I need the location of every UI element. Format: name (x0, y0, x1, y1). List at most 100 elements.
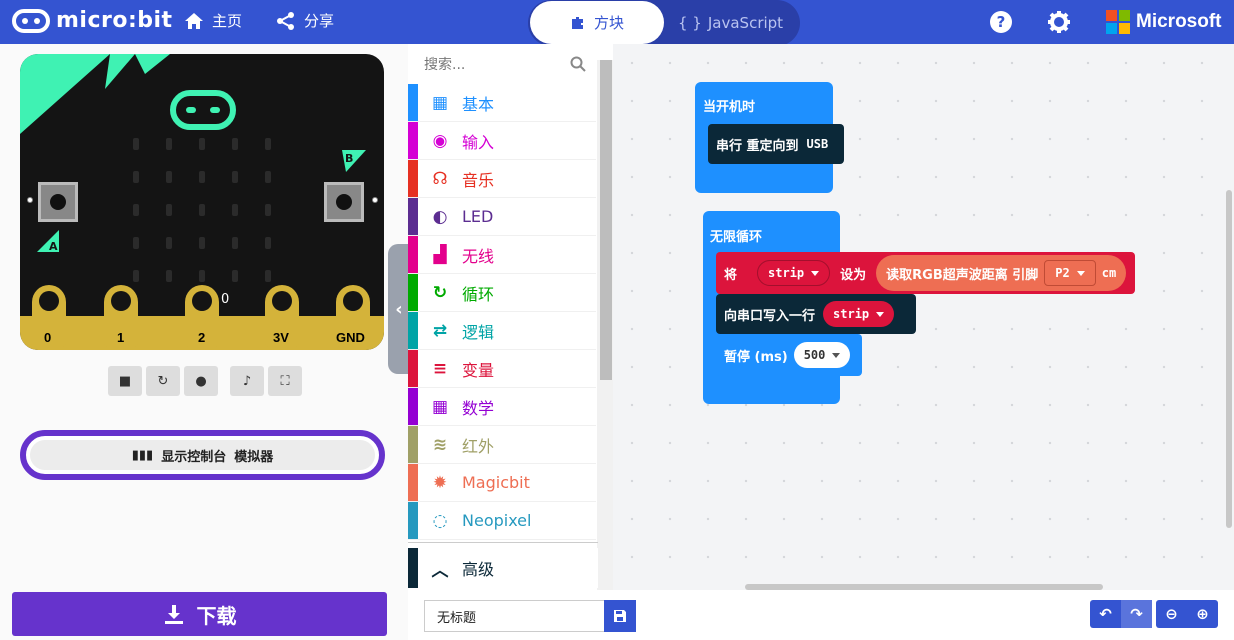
microbit-face-logo (170, 90, 236, 130)
on-start-label: 当开机时 (703, 100, 756, 115)
gear-icon[interactable] (1048, 11, 1070, 33)
download-button[interactable]: 下载 (12, 592, 387, 636)
grid-icon: ▦ (431, 92, 449, 113)
category-color-bar (408, 198, 418, 235)
calculator-icon: ▦ (431, 396, 449, 417)
chevron-down-icon (1076, 270, 1085, 276)
led-pixel (199, 138, 205, 150)
button-b-label: B (345, 152, 353, 165)
serial-redirect-label: 串行 重定向到 (716, 138, 799, 154)
variable-dropdown[interactable]: strip (757, 260, 831, 286)
microsoft-logo[interactable]: Microsoft (1106, 10, 1222, 34)
category-4[interactable]: ▟ 无线 (408, 236, 596, 274)
editor-mode-toggle: 方块 { } JavaScript (528, 0, 800, 46)
category-label: 红外 (462, 436, 495, 456)
set-to-label: 设为 (840, 267, 867, 283)
led-pixel (166, 237, 172, 249)
tab-javascript[interactable]: { } JavaScript (678, 1, 796, 44)
pin-dropdown[interactable]: P2 (1044, 260, 1096, 286)
category-10[interactable]: ✹ Magicbit (408, 464, 596, 502)
toggle-icon: ◐ (432, 206, 448, 227)
mute-button[interactable]: ♪ (230, 366, 264, 396)
zoom-out-button[interactable]: ⊖ (1156, 600, 1187, 628)
pause-block[interactable]: 暂停 (ms) 500 (716, 334, 862, 376)
workspace-vertical-scrollbar[interactable] (1226, 190, 1232, 528)
category-7[interactable]: ≡ 变量 (408, 350, 596, 388)
led-pixel (133, 237, 139, 249)
save-icon (614, 610, 626, 622)
category-11[interactable]: ◌ Neopixel (408, 502, 596, 540)
led-pixel (199, 270, 205, 282)
redo-button[interactable]: ↷ (1121, 600, 1152, 628)
toolbox-panel: 搜索... ▦ 基本 ◉ 输入 ☊ 音乐 ◐ LED ▟ 无线 ↻ 循环 ⇄ 逻辑 ≡ 变量 ▦ 数学 ≋ 红外 ✹ Ma… (408, 44, 613, 590)
bar-chart-icon: ▮▮▮ (131, 447, 154, 463)
toolbox-scrollbar-thumb[interactable] (600, 60, 612, 380)
wifi-icon: ≋ (432, 434, 448, 455)
zoom-in-button[interactable]: ⊕ (1187, 600, 1218, 628)
undo-button[interactable]: ↶ (1090, 600, 1121, 628)
category-8[interactable]: ▦ 数学 (408, 388, 596, 426)
category-label: 数学 (462, 398, 495, 418)
category-5[interactable]: ↻ 循环 (408, 274, 596, 312)
home-label: 主页 (212, 12, 243, 30)
simulator-toolbar: ■ ↻ ● ♪ ⛶ (108, 366, 302, 396)
button-a[interactable] (38, 182, 78, 222)
category-color-bar (408, 236, 418, 273)
category-label: LED (462, 207, 494, 226)
microbit-logo[interactable]: micro:bit (12, 8, 173, 33)
zoom-group: ⊖ ⊕ (1156, 600, 1218, 628)
logo-text: micro:bit (56, 8, 173, 33)
serial-redirect-block[interactable]: 串行 重定向到 USB (708, 124, 844, 164)
set-variable-block[interactable]: 将 strip 设为 读取RGB超声波距离 引脚 P2 cm (716, 252, 1135, 294)
share-button[interactable]: 分享 (276, 10, 334, 31)
button-a-marker: A (37, 230, 59, 253)
cm-label: cm (1101, 266, 1117, 280)
collapse-simulator-button[interactable]: ‹ (388, 244, 410, 374)
category-2[interactable]: ☊ 音乐 (408, 160, 596, 198)
category-advanced[interactable]: ︿ 高级 (408, 548, 598, 588)
save-button[interactable] (604, 600, 636, 632)
fullscreen-button[interactable]: ⛶ (268, 366, 302, 396)
restart-button[interactable]: ↻ (146, 366, 180, 396)
button-b[interactable] (324, 182, 364, 222)
pin-label: 0 (44, 330, 52, 345)
tab-blocks[interactable]: 方块 (530, 1, 664, 44)
led-pixel (133, 204, 139, 216)
category-6[interactable]: ⇄ 逻辑 (408, 312, 596, 350)
list-icon: ≡ (432, 358, 448, 379)
fullscreen-icon: ⛶ (280, 373, 290, 389)
pin-label: 2 (198, 330, 206, 345)
home-button[interactable]: 主页 (184, 10, 242, 31)
chevron-left-icon: ‹ (395, 298, 403, 320)
led-pixel (232, 270, 238, 282)
category-0[interactable]: ▦ 基本 (408, 84, 596, 122)
led-pixel (199, 171, 205, 183)
slowmo-button[interactable]: ● (184, 366, 218, 396)
category-9[interactable]: ≋ 红外 (408, 426, 596, 464)
help-icon[interactable]: ? (990, 11, 1012, 33)
tab-blocks-label: 方块 (593, 14, 624, 32)
stop-icon: ■ (118, 373, 132, 389)
read-rgb-distance-block[interactable]: 读取RGB超声波距离 引脚 P2 cm (876, 255, 1127, 291)
project-name-input[interactable]: 无标题 (424, 600, 606, 632)
show-console-button[interactable]: ▮▮▮ 显示控制台 模拟器 (20, 430, 385, 480)
led-pixel (199, 204, 205, 216)
stop-button[interactable]: ■ (108, 366, 142, 396)
search-input[interactable]: 搜索... (424, 54, 465, 74)
restart-icon: ↻ (157, 373, 169, 389)
category-3[interactable]: ◐ LED (408, 198, 596, 236)
usb-label: USB (806, 137, 829, 151)
pause-duration-dropdown[interactable]: 500 (793, 342, 851, 368)
led-pixel (265, 204, 271, 216)
category-label: 音乐 (462, 170, 495, 190)
pin-label: 1 (117, 330, 125, 345)
category-1[interactable]: ◉ 输入 (408, 122, 596, 160)
tab-javascript-label: JavaScript (707, 13, 784, 32)
serial-write-line-block[interactable]: 向串口写入一行 strip (716, 294, 916, 334)
led-pixel (166, 204, 172, 216)
home-icon (185, 12, 203, 29)
volume-icon: ♪ (242, 373, 252, 389)
strip-variable-reporter[interactable]: strip (823, 301, 895, 327)
chevron-down-icon (876, 311, 885, 317)
search-icon[interactable] (570, 56, 586, 72)
